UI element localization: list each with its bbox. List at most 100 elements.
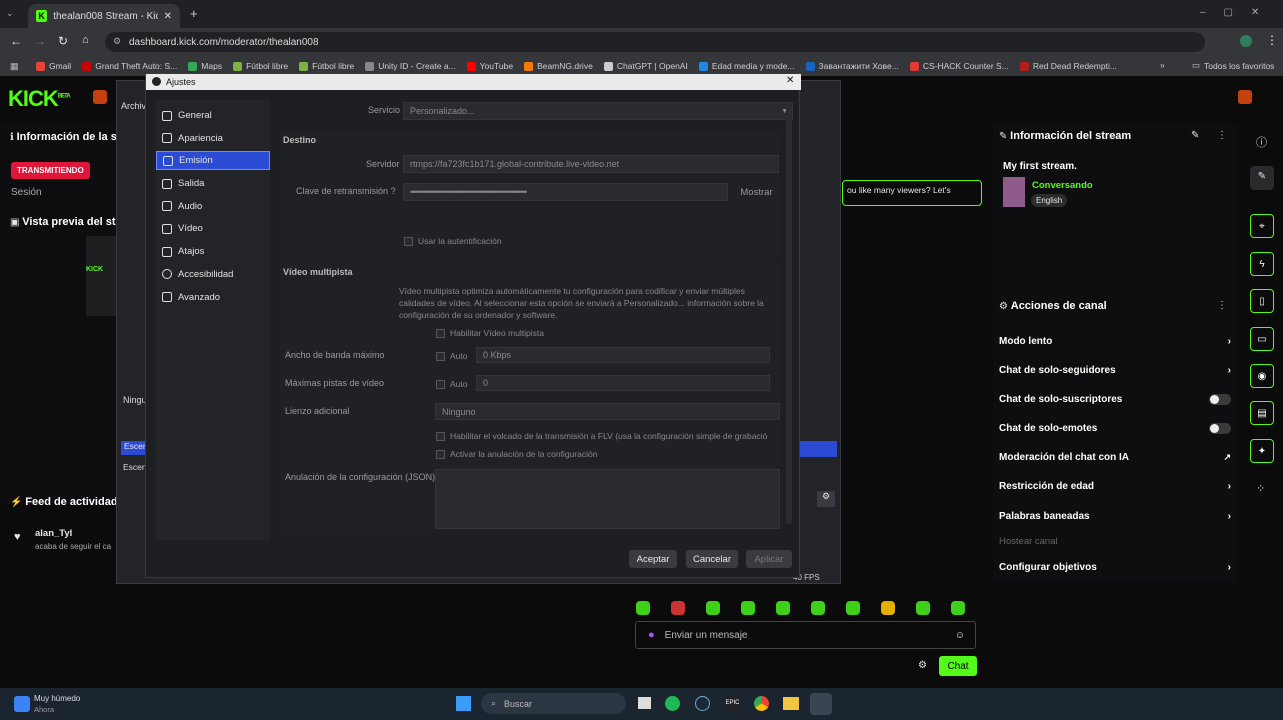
chat-input[interactable]: ● Enviar un mensaje ☺ (635, 621, 976, 649)
action-followers-only[interactable]: Chat de solo-seguidores › (999, 360, 1231, 380)
emote-icon[interactable] (881, 601, 895, 615)
rail-card-icon[interactable]: ▯ (1250, 289, 1274, 313)
emoji-icon[interactable]: ☺ (955, 630, 965, 641)
stream-key-input[interactable]: ••••••••••••••••••••••••••••••••••••••••… (403, 183, 728, 201)
nav-general[interactable]: General (156, 106, 270, 125)
emote-icon[interactable] (671, 601, 685, 615)
obs-settings-gear-icon[interactable]: ⚙ (817, 491, 835, 507)
profile-avatar-right[interactable] (1238, 90, 1252, 104)
task-view-icon[interactable] (638, 697, 651, 709)
rail-wrench-icon[interactable]: ✦ (1250, 439, 1274, 463)
settings-scrollbar[interactable] (786, 104, 792, 524)
emote-icon[interactable] (706, 601, 720, 615)
user-avatar[interactable] (93, 90, 107, 104)
new-tab-icon[interactable]: + (190, 6, 198, 21)
emote-icon[interactable] (846, 601, 860, 615)
stream-preview-thumb[interactable]: KICK (86, 236, 118, 316)
chat-settings-gear-icon[interactable]: ⚙ (918, 660, 927, 671)
apps-grid-icon[interactable]: ▦ (10, 61, 19, 72)
override-checkbox[interactable]: Activar la anulación de la configuración (436, 449, 597, 459)
action-banned-words[interactable]: Palabras baneadas › (999, 506, 1231, 526)
action-ai-moderation[interactable]: Moderación del chat con IA ↗ (999, 447, 1231, 467)
service-select[interactable]: Personalizado... ▼ (403, 102, 793, 120)
help-icon[interactable]: ⓘ (1256, 134, 1267, 150)
reload-icon[interactable]: ↻ (58, 34, 68, 48)
bookmark[interactable]: Завантажити Ховe... (805, 61, 899, 71)
kick-logo[interactable]: KICKBETA (8, 86, 71, 112)
nav-appearance[interactable]: Apariencia (156, 129, 270, 148)
cancel-button[interactable]: Cancelar (686, 550, 738, 568)
activity-user[interactable]: alan_Tyl (35, 528, 72, 539)
checkbox[interactable] (404, 236, 413, 246)
obs-taskbar-icon[interactable] (810, 693, 832, 715)
nav-output[interactable]: Salida (156, 174, 270, 193)
nav-advanced[interactable]: Avanzado (156, 288, 270, 307)
forward-icon[interactable]: → (34, 34, 46, 48)
epic-games-icon[interactable]: EPIC (725, 696, 740, 711)
rail-dots-icon[interactable]: ⁘ (1256, 482, 1265, 495)
rail-chat-icon[interactable]: ▭ (1250, 327, 1274, 351)
action-subscribers-only[interactable]: Chat de solo-suscriptores (999, 389, 1231, 409)
use-auth-checkbox[interactable]: Usar la autentificación (404, 236, 502, 246)
bookmark[interactable]: CS-HACK Counter S... (909, 61, 1009, 71)
emote-icon[interactable] (636, 601, 650, 615)
action-age-restriction[interactable]: Restricción de edad › (999, 476, 1231, 496)
tab-list-chevron-icon[interactable]: ⌄ (6, 8, 14, 19)
profile-avatar[interactable] (1240, 35, 1252, 47)
obs-scene-item[interactable]: Escen (123, 462, 147, 472)
chat-send-button[interactable]: Chat (939, 656, 977, 676)
checkbox[interactable] (436, 379, 445, 389)
extra-canvas-select[interactable]: Ninguno (435, 403, 780, 420)
checkbox[interactable] (436, 449, 445, 459)
rail-broadcast-icon[interactable]: ◉ (1250, 364, 1274, 388)
override-json-textarea[interactable] (435, 469, 780, 529)
obs-control-button[interactable] (797, 441, 837, 457)
tracks-auto-checkbox[interactable]: Auto (436, 379, 468, 389)
bookmark[interactable]: Grand Theft Auto: S... (82, 61, 177, 71)
host-channel[interactable]: Hostear canal (999, 536, 1058, 547)
enable-multitrack-checkbox[interactable]: Habilitar Vídeo multipista (436, 328, 544, 338)
checkbox[interactable] (436, 328, 445, 338)
bookmark[interactable]: Fútbol libre (233, 61, 288, 71)
back-icon[interactable]: ← (10, 34, 22, 48)
site-info-icon[interactable]: ⚙ (113, 36, 121, 47)
bookmark[interactable]: BeamNG.drive (524, 61, 593, 71)
emote-icon[interactable] (916, 601, 930, 615)
checkbox[interactable] (436, 431, 445, 441)
checkbox[interactable] (436, 351, 445, 361)
obs-menu-file[interactable]: Archiv (121, 101, 146, 111)
more-bookmarks-icon[interactable]: » (1160, 60, 1165, 70)
nav-audio[interactable]: Audio (156, 197, 270, 216)
nav-hotkeys[interactable]: Atajos (156, 242, 270, 261)
bookmark[interactable]: Unity ID - Create a... (365, 61, 456, 71)
bandwidth-auto-checkbox[interactable]: Auto (436, 351, 468, 361)
emote-icon[interactable] (951, 601, 965, 615)
file-explorer-icon[interactable] (783, 697, 799, 710)
action-emotes-only[interactable]: Chat de solo-emotes (999, 418, 1231, 438)
steam-icon[interactable] (695, 696, 710, 711)
emotes-toggle[interactable] (1209, 422, 1231, 434)
address-bar[interactable]: ⚙ dashboard.kick.com/moderator/thealan00… (105, 32, 1205, 52)
rail-scan-icon[interactable]: ⌖ (1250, 214, 1274, 238)
weather-icon[interactable] (14, 696, 30, 712)
emote-icon[interactable] (776, 601, 790, 615)
window-controls[interactable]: –▢✕ (1200, 7, 1277, 18)
category-thumbnail[interactable] (1003, 177, 1025, 207)
action-goals[interactable]: Configurar objetivos › (999, 557, 1231, 577)
taskbar-search[interactable]: ⌕ Buscar (481, 693, 626, 714)
nav-accessibility[interactable]: Accesibilidad (156, 265, 270, 284)
spotify-icon[interactable] (665, 696, 680, 711)
windows-start-icon[interactable] (456, 696, 471, 711)
rail-bolt-icon[interactable]: ϟ (1250, 252, 1274, 276)
dialog-close-icon[interactable]: ✕ (786, 75, 794, 86)
rail-layout-icon[interactable]: ▤ (1250, 401, 1274, 425)
max-tracks-input[interactable]: 0 (476, 375, 770, 391)
bookmark[interactable]: Edad media y mode... (698, 61, 795, 71)
nav-stream[interactable]: Emisión (156, 151, 270, 171)
category-name[interactable]: Conversando (1032, 180, 1093, 191)
accept-button[interactable]: Aceptar (629, 550, 677, 568)
panel-menu-icon[interactable]: ⋮ (1217, 130, 1227, 141)
bookmark[interactable]: Gmail (36, 61, 71, 71)
subscribers-toggle[interactable] (1209, 393, 1231, 405)
browser-menu-icon[interactable]: ⋮ (1266, 33, 1278, 47)
